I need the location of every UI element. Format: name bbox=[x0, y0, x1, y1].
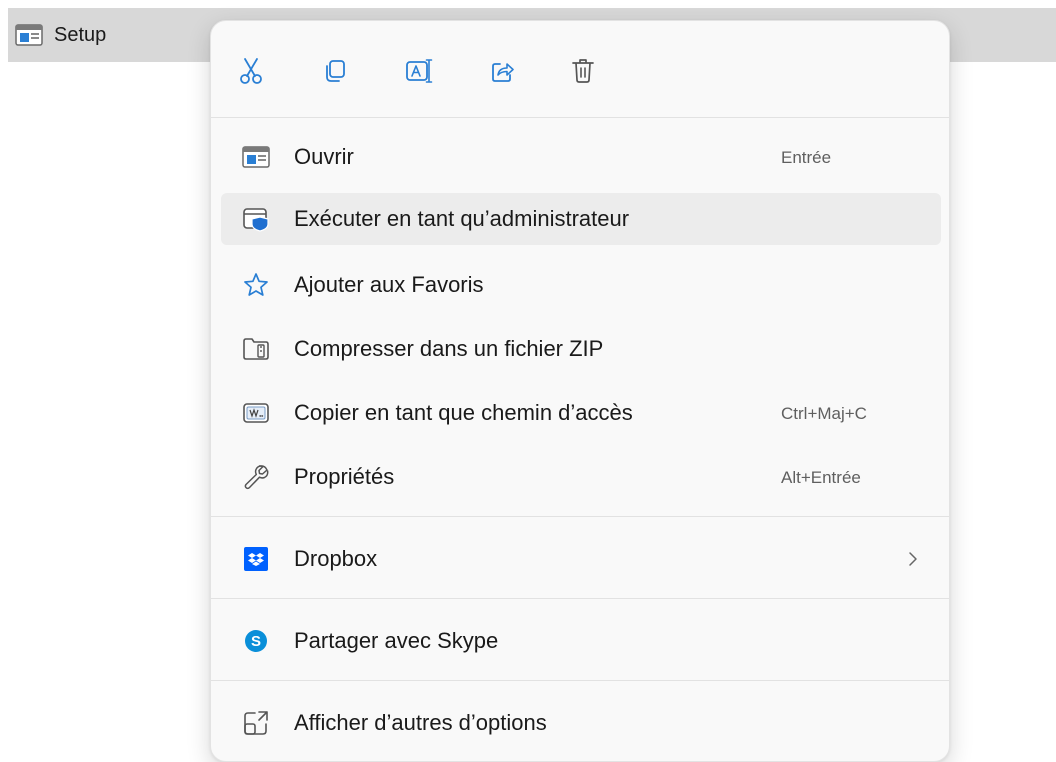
menu-item-copy-as-path[interactable]: Copier en tant que chemin d’accès Ctrl+M… bbox=[221, 387, 941, 439]
menu-item-shortcut: Alt+Entrée bbox=[781, 468, 861, 487]
delete-button[interactable] bbox=[561, 49, 605, 93]
open-window-icon bbox=[241, 142, 271, 172]
share-icon bbox=[492, 63, 514, 82]
copy-button[interactable] bbox=[313, 49, 357, 93]
separator bbox=[211, 598, 949, 599]
skype-icon: S bbox=[241, 626, 271, 656]
menu-item-label: Exécuter en tant qu’administrateur bbox=[294, 206, 630, 231]
context-menu: Ouvrir Entrée Exécuter en tant qu’admini… bbox=[210, 20, 950, 762]
scissors-icon bbox=[240, 58, 262, 84]
zip-folder-icon bbox=[241, 334, 271, 364]
menu-item-show-more-options[interactable]: Afficher d’autres d’options bbox=[221, 697, 941, 749]
chevron-right-icon bbox=[903, 547, 923, 571]
menu-item-properties[interactable]: Propriétés Alt+Entrée bbox=[221, 451, 941, 503]
rename-button[interactable] bbox=[397, 49, 441, 93]
menu-item-label: Propriétés bbox=[294, 464, 395, 489]
cut-button[interactable] bbox=[229, 49, 273, 93]
dropbox-icon bbox=[241, 544, 271, 574]
menu-item-shortcut: Entrée bbox=[781, 148, 832, 167]
separator bbox=[211, 516, 949, 517]
star-icon bbox=[241, 270, 271, 300]
run-as-admin-shield-icon bbox=[241, 204, 271, 234]
menu-item-dropbox[interactable]: Dropbox bbox=[221, 533, 941, 585]
application-window-icon bbox=[15, 24, 43, 46]
share-button[interactable] bbox=[481, 49, 525, 93]
menu-item-label: Partager avec Skype bbox=[294, 628, 499, 653]
svg-text:S: S bbox=[251, 633, 261, 650]
trash-icon bbox=[572, 59, 594, 83]
menu-item-label: Ajouter aux Favoris bbox=[294, 272, 484, 297]
copy-icon bbox=[326, 60, 345, 82]
menu-item-label: Dropbox bbox=[294, 546, 378, 571]
copy-path-icon bbox=[241, 398, 271, 428]
menu-item-label: Ouvrir bbox=[294, 144, 354, 169]
menu-item-shortcut: Ctrl+Maj+C bbox=[781, 404, 867, 423]
separator bbox=[211, 680, 949, 681]
menu-item-run-as-admin[interactable]: Exécuter en tant qu’administrateur bbox=[221, 193, 941, 245]
rename-icon bbox=[406, 59, 433, 83]
wrench-icon bbox=[241, 462, 271, 492]
menu-item-open[interactable]: Ouvrir Entrée bbox=[221, 131, 941, 183]
quick-actions-bar bbox=[211, 21, 949, 117]
file-name: Setup bbox=[54, 24, 107, 46]
menu-item-add-favorites[interactable]: Ajouter aux Favoris bbox=[221, 259, 941, 311]
separator bbox=[211, 117, 949, 118]
expand-options-icon bbox=[241, 708, 271, 738]
menu-item-compress-zip[interactable]: Compresser dans un fichier ZIP bbox=[221, 323, 941, 375]
menu-item-label: Compresser dans un fichier ZIP bbox=[294, 336, 604, 361]
menu-item-label: Afficher d’autres d’options bbox=[294, 710, 547, 735]
menu-item-label: Copier en tant que chemin d’accès bbox=[294, 400, 633, 425]
menu-item-share-skype[interactable]: S Partager avec Skype bbox=[221, 615, 941, 667]
